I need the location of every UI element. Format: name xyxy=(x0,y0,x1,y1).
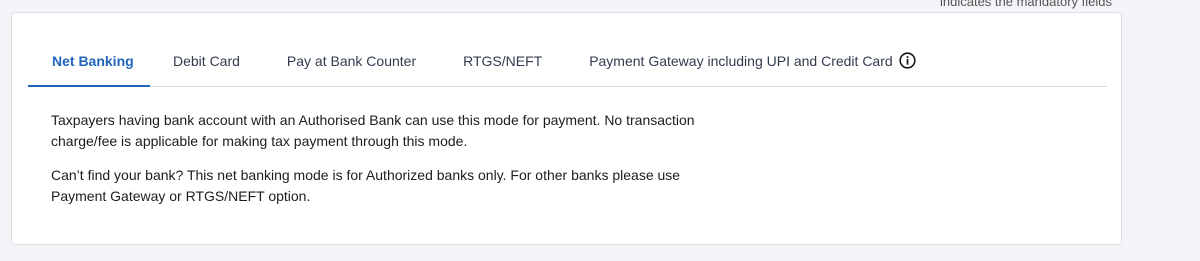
description-paragraph: Can’t find your bank? This net banking m… xyxy=(51,167,681,204)
tab-label: Payment Gateway including UPI and Credit… xyxy=(589,53,893,69)
description-paragraph: Taxpayers having bank account with an Au… xyxy=(51,112,695,149)
tab-label: Pay at Bank Counter xyxy=(286,53,417,69)
tab-label: Debit Card xyxy=(173,53,240,69)
tab-pay-at-bank-counter[interactable]: Pay at Bank Counter xyxy=(287,43,416,86)
payment-mode-card: Net Banking Debit Card Pay at Bank Count… xyxy=(11,12,1122,245)
tab-debit-card[interactable]: Debit Card xyxy=(173,43,240,86)
tab-payment-gateway[interactable]: Payment Gateway including UPI and Credit… xyxy=(589,43,916,86)
net-banking-description: Taxpayers having bank account with an Au… xyxy=(51,110,731,220)
tab-net-banking[interactable]: Net Banking xyxy=(28,43,150,87)
tab-label: Net Banking xyxy=(52,53,134,69)
mandatory-fields-note: indicates the mandatory fields xyxy=(940,0,1112,9)
payment-mode-tabs: Net Banking Debit Card Pay at Bank Count… xyxy=(28,43,1107,87)
tab-rtgs-neft[interactable]: RTGS/NEFT xyxy=(463,43,542,86)
tab-label: RTGS/NEFT xyxy=(463,53,543,69)
info-icon[interactable] xyxy=(899,52,916,69)
